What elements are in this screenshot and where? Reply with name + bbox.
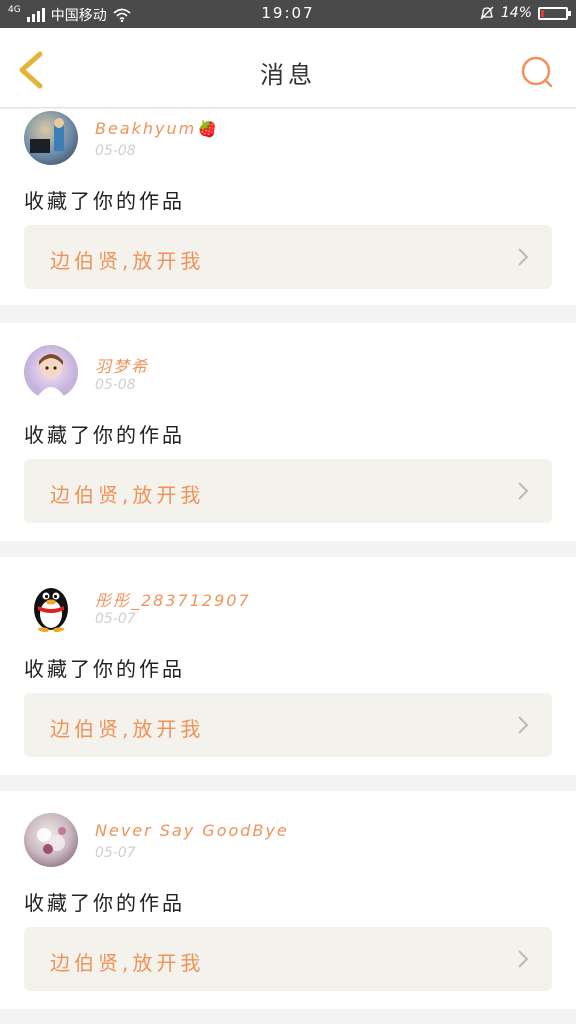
message-card: Never Say GoodBye 05-07 收藏了你的作品 边伯贤,放开我	[0, 791, 576, 1009]
work-link[interactable]: 边伯贤,放开我	[24, 225, 552, 289]
message-card: Beakhyum🍓 05-08 收藏了你的作品 边伯贤,放开我	[0, 109, 576, 305]
message-date: 05-08	[95, 377, 136, 393]
penguin-avatar-icon	[34, 588, 68, 633]
avatar[interactable]	[24, 111, 78, 165]
work-link[interactable]: 边伯贤,放开我	[24, 459, 552, 523]
work-link[interactable]: 边伯贤,放开我	[24, 927, 552, 991]
work-title: 边伯贤,放开我	[50, 951, 205, 975]
avatar-image	[36, 354, 66, 399]
battery-fill	[541, 9, 544, 17]
avatar[interactable]	[24, 345, 78, 399]
message-date: 05-07	[95, 611, 136, 627]
avatar[interactable]	[24, 813, 78, 867]
username[interactable]: 彤彤_283712907	[95, 587, 251, 611]
silent-mode-icon	[480, 6, 494, 20]
avatar-image	[37, 827, 66, 854]
search-button[interactable]	[520, 55, 554, 89]
work-link[interactable]: 边伯贤,放开我	[24, 693, 552, 757]
work-title: 边伯贤,放开我	[50, 717, 205, 741]
action-text: 收藏了你的作品	[24, 891, 185, 915]
message-card: 羽梦希 05-08 收藏了你的作品 边伯贤,放开我	[0, 323, 576, 541]
nav-bar: 消息	[0, 28, 576, 108]
message-date: 05-08	[95, 143, 136, 159]
chevron-right-icon	[518, 248, 529, 266]
action-text: 收藏了你的作品	[24, 423, 185, 447]
status-right: 14%	[479, 5, 571, 21]
username[interactable]: Never Say GoodBye	[95, 821, 289, 840]
battery-percent: 14%	[500, 5, 532, 21]
chevron-right-icon	[518, 716, 529, 734]
chevron-right-icon	[518, 482, 529, 500]
message-date: 05-07	[95, 845, 136, 861]
status-bar: 4G 中国移动 19:07 14%	[0, 0, 576, 28]
avatar[interactable]	[24, 579, 78, 633]
work-title: 边伯贤,放开我	[50, 483, 205, 507]
username[interactable]: Beakhyum🍓	[95, 119, 218, 138]
avatar-image	[30, 118, 64, 153]
message-card: 彤彤_283712907 05-07 收藏了你的作品 边伯贤,放开我	[0, 557, 576, 775]
chevron-right-icon	[518, 950, 529, 968]
action-text: 收藏了你的作品	[24, 189, 185, 213]
username[interactable]: 羽梦希	[95, 353, 149, 377]
action-text: 收藏了你的作品	[24, 657, 185, 681]
work-title: 边伯贤,放开我	[50, 249, 205, 273]
battery-icon	[538, 6, 571, 20]
page-title: 消息	[260, 61, 316, 89]
